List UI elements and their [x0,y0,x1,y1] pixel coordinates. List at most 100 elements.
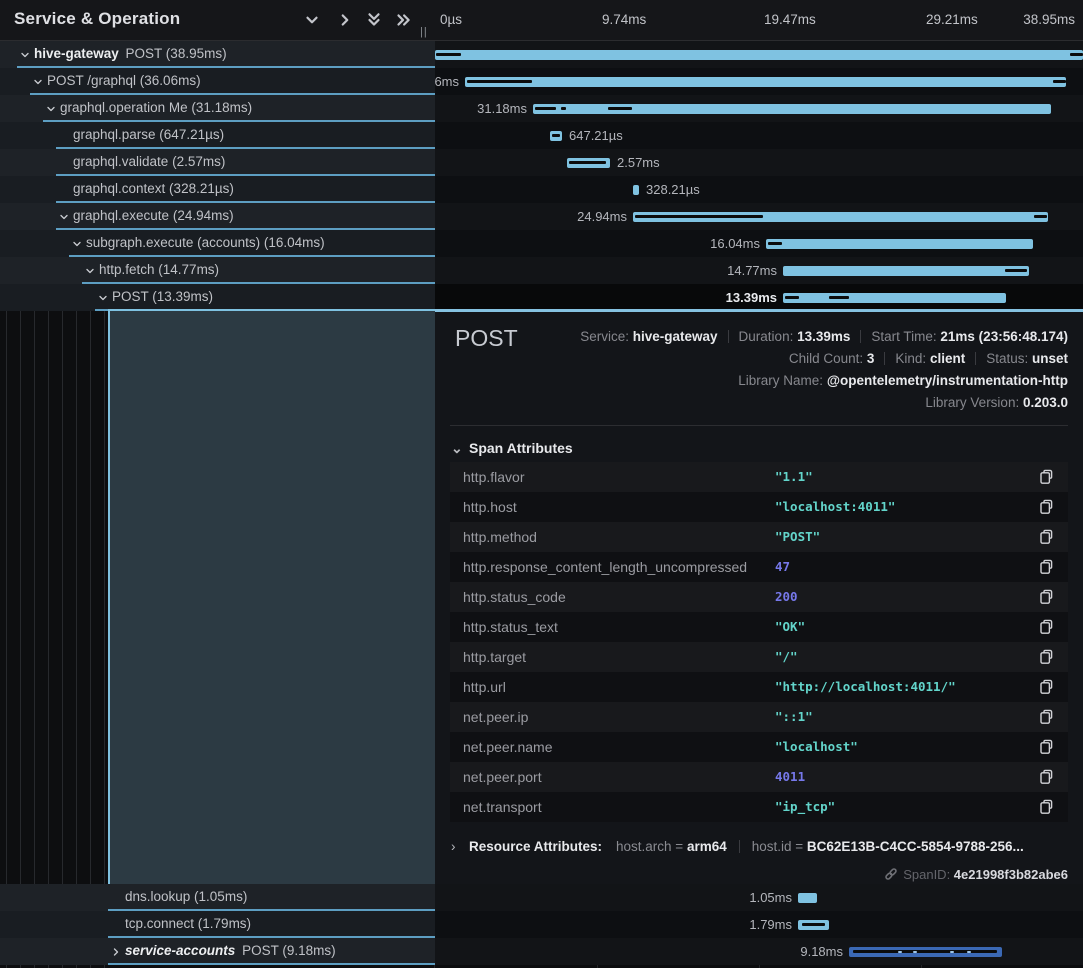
timeline-row[interactable] [435,41,1083,68]
timeline-row[interactable]: 24.94ms [435,203,1083,230]
timeline-row[interactable]: 2.57ms [435,149,1083,176]
meta-separator [975,352,976,365]
expand-one-icon-chevron-right-icon[interactable] [336,11,354,29]
span-tree-row[interactable]: graphql.execute (24.94ms) [0,203,435,230]
copy-icon[interactable] [1039,619,1054,635]
span-bar-child-marker [802,923,825,926]
resource-key: host.id = [752,839,807,854]
meta-key: Status: [986,351,1032,366]
timeline-tick: 9.74ms [602,12,646,27]
span-duration-label: 9.18ms [800,944,843,959]
span-tree-row[interactable]: POST /graphql (36.06ms) [0,68,435,95]
attribute-value: "ip_tcp" [775,799,835,814]
timeline-row[interactable]: 13.39ms [435,284,1083,311]
span-id-line: SpanID: 4e21998f3b82abe6 [884,867,1068,882]
span-duration-label: 1.05ms [749,890,792,905]
timeline-row[interactable]: 6ms [435,68,1083,95]
copy-icon[interactable] [1039,769,1054,785]
timeline-row[interactable]: 14.77ms [435,257,1083,284]
span-bar[interactable] [465,77,1066,87]
meta-key: Start Time: [871,329,940,344]
chevron-down-icon[interactable] [45,102,57,114]
expand-all-icon-double-chevron-right-icon[interactable] [394,11,412,29]
span-tree-row[interactable]: graphql.validate (2.57ms) [0,149,435,176]
chevron-down-icon[interactable] [84,264,96,276]
attribute-value: 200 [775,589,798,604]
span-tree-row[interactable]: hive-gateway POST (38.95ms) [0,41,435,68]
copy-icon[interactable] [1039,649,1054,665]
trace-viewer: hive-gateway POST (38.95ms)POST /graphql… [0,0,1083,968]
meta-value: 3 [867,351,875,366]
timeline-row[interactable]: 647.21µs [435,122,1083,149]
attribute-row: http.status_text"OK" [450,612,1068,642]
span-tree-row[interactable]: graphql.parse (647.21µs) [0,122,435,149]
copy-icon[interactable] [1039,709,1054,725]
copy-icon[interactable] [1039,589,1054,605]
span-duration-label: 31.18ms [477,101,527,116]
span-duration-label: 16.04ms [710,236,760,251]
chevron-right-icon[interactable] [110,945,122,957]
attribute-row: http.method"POST" [450,522,1068,552]
timeline-row[interactable]: 1.79ms [435,911,1083,938]
meta-separator [884,352,885,365]
span-bar-child-marker [785,296,799,299]
span-bar[interactable] [798,893,817,903]
span-attributes-toggle[interactable]: ⌄Span Attributes [451,440,573,457]
span-tree-row[interactable]: http.fetch (14.77ms) [0,257,435,284]
copy-icon[interactable] [1039,529,1054,545]
meta-line: Child Count: 3Kind: clientStatus: unset [580,348,1068,370]
copy-icon[interactable] [1039,469,1054,485]
chevron-down-icon[interactable] [32,75,44,87]
timeline-row[interactable]: 31.18ms [435,95,1083,122]
attribute-value: "localhost:4011" [775,499,895,514]
copy-icon[interactable] [1039,799,1054,815]
chevron-down-icon[interactable] [97,291,109,303]
collapse-one-icon-chevron-down-icon[interactable] [303,11,321,29]
span-label: graphql.context (328.21µs) [73,181,234,196]
copy-icon[interactable] [1039,499,1054,515]
collapse-all-icon-double-chevron-down-icon[interactable] [365,11,383,29]
span-tree-row[interactable]: service-accounts POST (9.18ms) [0,938,435,965]
attribute-value: "::1" [775,709,813,724]
chevron-down-icon[interactable] [71,237,83,249]
span-bar[interactable] [783,293,1006,303]
chevron-down-icon[interactable] [19,48,31,60]
copy-icon[interactable] [1039,739,1054,755]
timeline-row[interactable]: 328.21µs [435,176,1083,203]
attribute-row: net.peer.ip"::1" [450,702,1068,732]
timeline-tick: 29.21ms [926,12,978,27]
copy-icon[interactable] [1039,679,1054,695]
chevron-right-icon: › [451,839,462,854]
meta-line: Library Version: 0.203.0 [580,392,1068,414]
attribute-value: "1.1" [775,469,813,484]
operation-name: graphql.context (328.21µs) [73,181,234,196]
span-bar-child-marker [535,107,556,110]
attribute-value: "/" [775,649,798,664]
resource-key: host.arch = [616,839,687,854]
attribute-value: "http://localhost:4011/" [775,679,956,694]
resource-attributes-row[interactable]: ›Resource Attributes:host.arch = arm64ho… [451,839,1024,854]
span-bar[interactable] [766,239,1033,249]
operation-name: POST (38.95ms) [126,46,227,61]
span-bar-child-marker [569,161,606,164]
span-bar[interactable] [633,185,639,195]
attribute-row: http.target"/" [450,642,1068,672]
timeline-row[interactable]: 16.04ms [435,230,1083,257]
span-tree-row[interactable]: graphql.context (328.21µs) [0,176,435,203]
chevron-down-icon[interactable] [58,210,70,222]
span-tree-row[interactable]: subgraph.execute (accounts) (16.04ms) [0,230,435,257]
copy-icon[interactable] [1039,559,1054,575]
meta-separator [728,330,729,343]
span-label: graphql.execute (24.94ms) [73,208,234,223]
span-bar[interactable] [435,50,1083,60]
span-tree-row[interactable]: dns.lookup (1.05ms) [0,884,435,911]
timeline-row[interactable]: 9.18ms [435,938,1083,965]
panel-resize-handle[interactable]: || [420,26,432,39]
attribute-key: http.method [463,529,537,545]
span-tree-row[interactable]: POST (13.39ms) [0,284,435,311]
span-duration-label: 647.21µs [569,128,623,143]
span-tree-row[interactable]: graphql.operation Me (31.18ms) [0,95,435,122]
timeline-row[interactable]: 1.05ms [435,884,1083,911]
span-tree-row[interactable]: tcp.connect (1.79ms) [0,911,435,938]
span-bar[interactable] [783,266,1029,276]
